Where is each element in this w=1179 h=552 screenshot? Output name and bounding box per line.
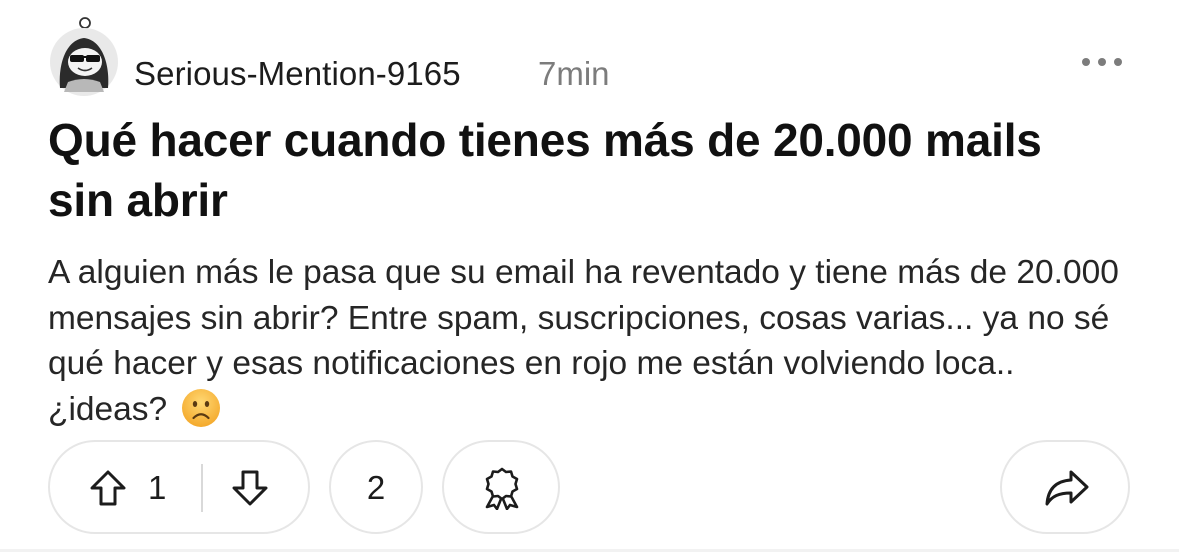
more-options-icon[interactable] [1082,54,1122,70]
share-arrow-icon [1045,470,1089,506]
comments-button[interactable]: 2 [329,440,423,534]
post-title[interactable]: Qué hacer cuando tienes más de 20.000 ma… [48,110,1118,230]
username[interactable]: Serious-Mention-9165 [134,54,461,94]
arrow-down-outline-icon[interactable] [230,468,270,508]
vote-control: 1 [48,440,310,534]
avatar[interactable] [48,16,120,96]
post-actions: 1 2 [48,440,1130,536]
post-timestamp: 7min [538,55,610,92]
dot [1114,58,1122,66]
award-ribbon-icon [485,467,519,510]
post-card: Serious-Mention-9165 7min Qué hacer cuan… [0,0,1179,552]
award-button[interactable] [442,440,560,534]
dot [1082,58,1090,66]
post-header: Serious-Mention-9165 7min [48,14,1138,100]
comment-count: 2 [366,469,386,506]
dot [1098,58,1106,66]
arrow-up-outline-icon[interactable] [88,468,128,508]
vote-count: 1 [148,469,167,506]
post-body[interactable]: A alguien más le pasa que su email ha re… [48,250,1128,432]
frowning-face-emoji-icon [181,388,220,427]
share-button[interactable] [1000,440,1130,534]
vote-divider [201,464,203,512]
